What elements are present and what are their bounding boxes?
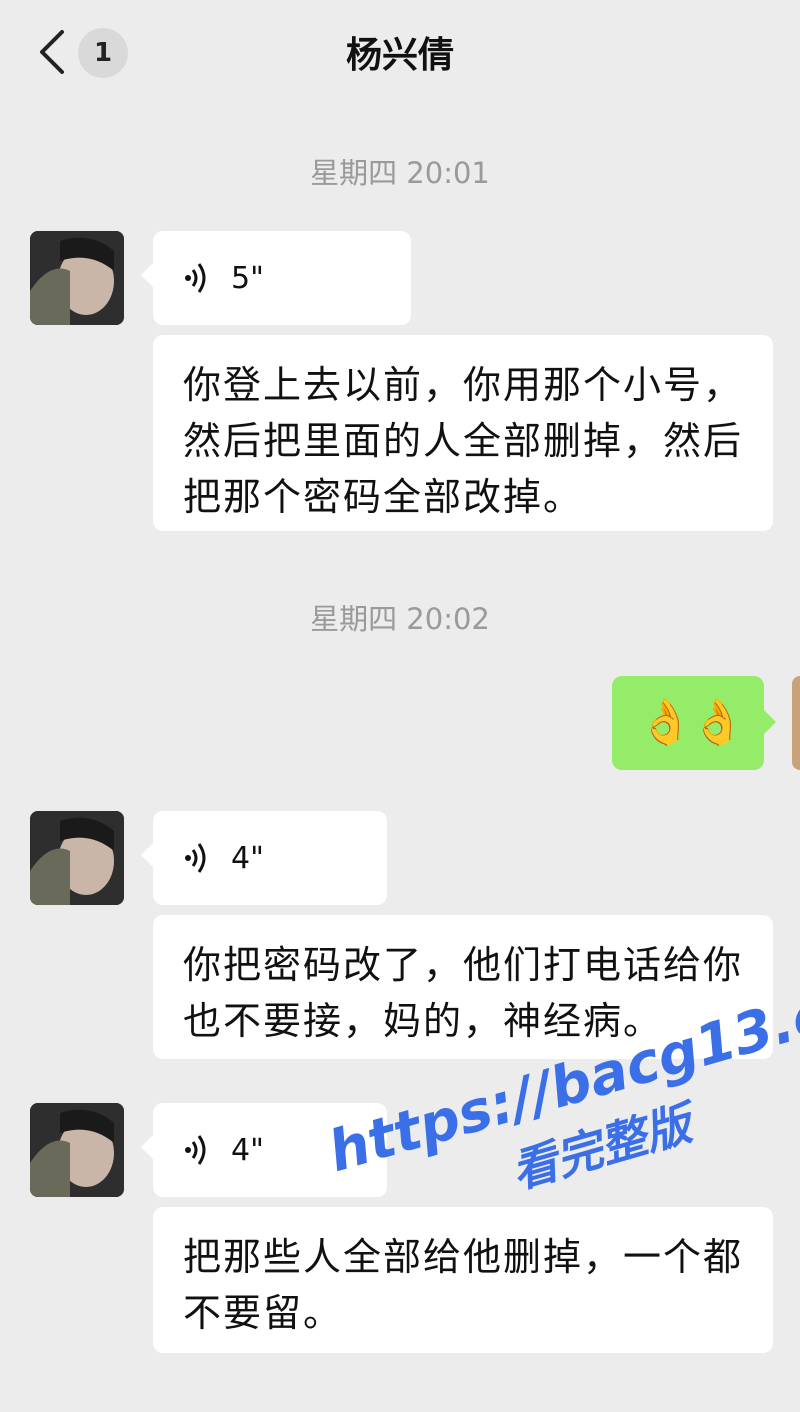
avatar-photo xyxy=(30,231,124,325)
avatar-photo xyxy=(30,1103,124,1197)
voice-message[interactable]: 4" xyxy=(141,811,387,905)
my-avatar[interactable] xyxy=(792,676,800,770)
voice-wave-icon xyxy=(185,263,206,293)
transcript-text: 你登上去以前，你用那个小号，然后把里面的人全部删掉，然后把那个密码全部改掉。 xyxy=(183,363,744,519)
avatar-photo xyxy=(30,811,124,905)
voice-message[interactable]: 5" xyxy=(141,231,411,325)
sent-message[interactable]: 👌 👌 xyxy=(612,676,776,770)
watermark-subtitle: 看完整版 xyxy=(505,1096,698,1199)
ok-hand-emoji: 👌 xyxy=(690,697,745,748)
voice-transcript[interactable]: 把那些人全部给他删掉，一个都不要留。 xyxy=(153,1207,773,1353)
voice-wave-icon xyxy=(185,843,206,873)
voice-duration: 4" xyxy=(231,840,264,876)
voice-transcript[interactable]: 你登上去以前，你用那个小号，然后把里面的人全部删掉，然后把那个密码全部改掉。 xyxy=(153,335,773,531)
voice-wave-icon xyxy=(185,1135,206,1165)
voice-duration: 4" xyxy=(231,1132,264,1168)
voice-duration: 5" xyxy=(231,260,264,296)
contact-avatar[interactable] xyxy=(30,231,124,325)
voice-message[interactable]: 4" xyxy=(141,1103,387,1197)
transcript-text: 把那些人全部给他删掉，一个都不要留。 xyxy=(183,1235,744,1335)
contact-avatar[interactable] xyxy=(30,1103,124,1197)
voice-transcript[interactable]: 你把密码改了，他们打电话给你也不要接，妈的，神经病。 xyxy=(153,915,773,1059)
chat-title: 杨兴倩 xyxy=(345,35,454,76)
contact-avatar[interactable] xyxy=(30,811,124,905)
transcript-text: 你把密码改了，他们打电话给你也不要接，妈的，神经病。 xyxy=(183,943,744,1043)
chat-header: 1 杨兴倩 xyxy=(0,0,800,104)
timestamp: 星期四 20:02 xyxy=(310,602,490,636)
timestamp: 星期四 20:01 xyxy=(310,156,490,190)
ok-hand-emoji: 👌 xyxy=(638,697,693,748)
